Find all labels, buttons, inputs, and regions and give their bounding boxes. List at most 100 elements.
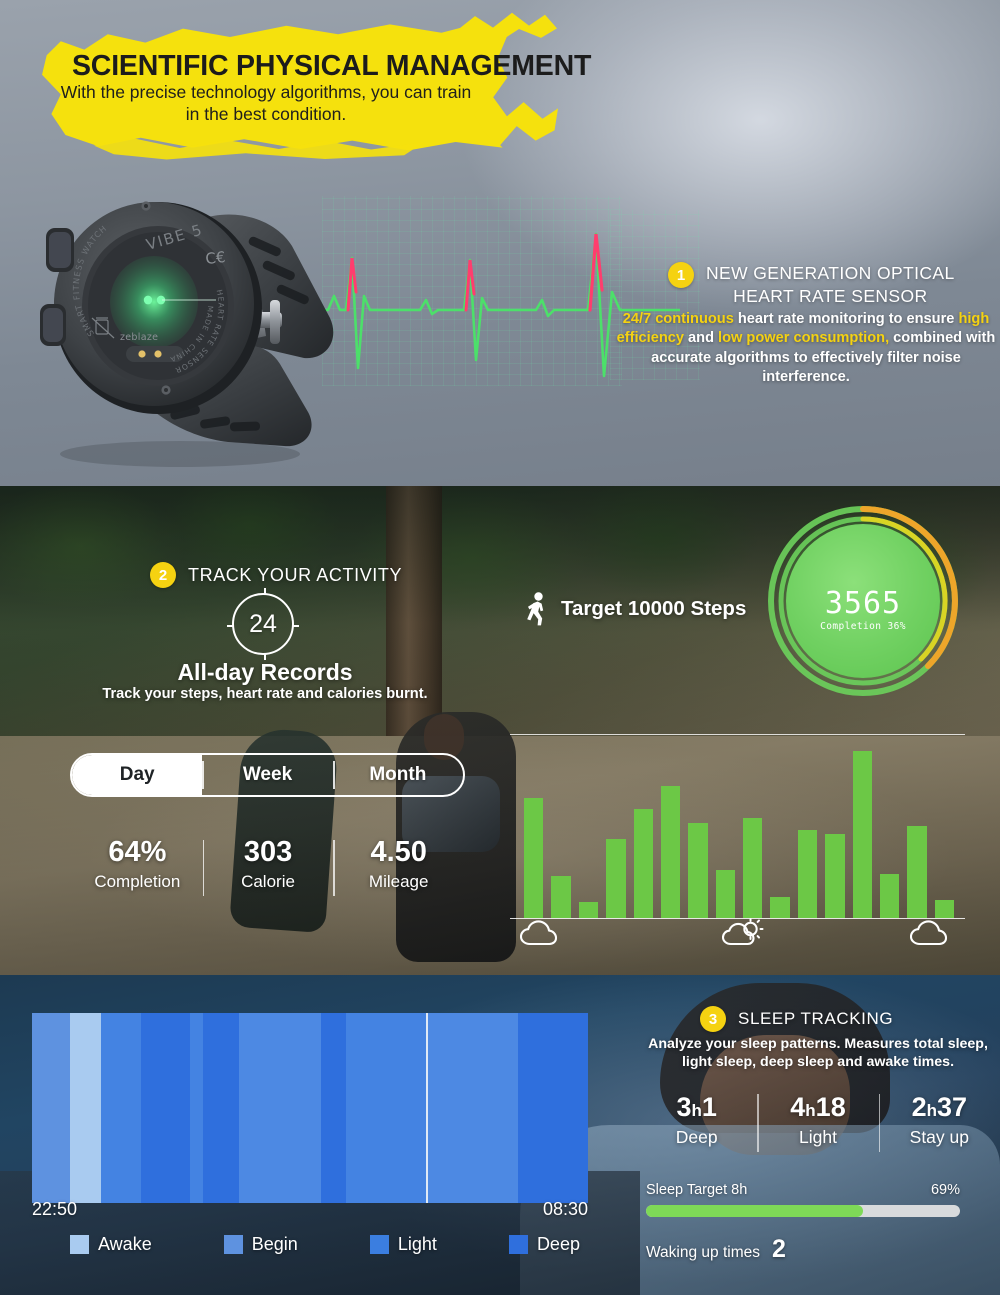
sleep-stage-chart [32, 1013, 588, 1203]
clock-value: 24 [249, 609, 277, 638]
deep-minutes: 1 [701, 1092, 717, 1122]
sleep-segment [321, 1013, 346, 1203]
sleep-time-range: 22:50 08:30 [32, 1199, 588, 1220]
feature-3-description: Analyze your sleep patterns. Measures to… [648, 1036, 988, 1071]
stat-mileage: 4.50 Mileage [333, 836, 464, 896]
feature-1-text-2: heart rate monitoring to ensure [733, 311, 959, 327]
bar [578, 902, 599, 918]
bar [606, 838, 626, 918]
waking-times-row: Waking up times 2 [646, 1235, 786, 1264]
feature-1-number-badge: 1 [668, 262, 694, 288]
bar [934, 900, 954, 918]
sleep-segment [32, 1013, 70, 1203]
ring-step-count: 3565 [824, 586, 902, 621]
period-tab-group[interactable]: Day Week Month [70, 753, 465, 797]
stayup-hours: 2 [911, 1092, 927, 1122]
chart-top-rule [510, 734, 965, 735]
cloud-icon [910, 920, 948, 946]
target-steps-label: Target 10000 Steps [561, 597, 747, 620]
stat-completion: 64% Completion [72, 836, 203, 892]
ring-completion-label: Completion 36% [820, 621, 906, 632]
legend-swatch-begin [223, 1235, 243, 1254]
sleep-stat-stayup: 2h37 Stay up [878, 1092, 1000, 1152]
sleep-target-label: Sleep Target 8h [646, 1182, 748, 1198]
sleep-segment [100, 1013, 141, 1203]
page-subtitle: With the precise technology algorithms, … [60, 82, 472, 124]
sleep-legend: Awake Begin Light Deep [70, 1234, 580, 1255]
sleep-stat-light-value: 4h18 [757, 1092, 878, 1123]
sleep-target-progress-fill [646, 1205, 863, 1217]
smartwatch-product-image: SMART FITNESS WATCH VIBE 5 C€ HEART RATE… [40, 201, 334, 467]
all-day-records-subtitle: Track your steps, heart rate and calorie… [102, 686, 428, 702]
sleep-stat-stayup-label: Stay up [909, 1127, 969, 1147]
sleep-stat-deep-value: 3h1 [636, 1092, 757, 1123]
bar [852, 750, 872, 918]
stayup-unit: h [926, 1101, 937, 1120]
sleep-target-row: Sleep Target 8h 69% [646, 1182, 960, 1198]
bar [660, 786, 681, 918]
feature-1-title: NEW GENERATION OPTICAL HEART RATE SENSOR [706, 262, 955, 308]
chart-bars [524, 742, 954, 918]
walking-person-icon [527, 592, 544, 626]
light-hours: 4 [790, 1092, 806, 1122]
light-unit: h [805, 1101, 816, 1120]
legend-label-deep: Deep [536, 1234, 580, 1254]
feature-3-title: SLEEP TRACKING [738, 1009, 894, 1028]
bar [907, 826, 927, 918]
sleep-target-progress-bar [646, 1205, 960, 1217]
tab-week[interactable]: Week [202, 755, 332, 795]
feature-3-header: 3 SLEEP TRACKING [700, 1006, 893, 1032]
weather-icon-row [510, 918, 965, 952]
tab-month[interactable]: Month [332, 755, 463, 795]
clock-tick-right [292, 625, 299, 628]
bar [797, 830, 818, 918]
sleep-segment [518, 1013, 588, 1203]
feature-1-highlight-1: 24/7 continuous [622, 311, 734, 327]
feature-3-number-badge: 3 [700, 1006, 726, 1032]
svg-text:C€: C€ [205, 248, 227, 268]
feature-1-highlight-3: low power consumption, [718, 330, 890, 347]
activity-stats: 64% Completion 303 Calorie 4.50 Mileage [72, 836, 464, 896]
sleep-start-time: 22:50 [32, 1199, 78, 1219]
clock-tick-top [264, 588, 267, 595]
24-hour-clock-icon: 24 [227, 588, 299, 660]
feature-1-header: 1 NEW GENERATION OPTICAL HEART RATE SENS… [668, 262, 955, 308]
deep-hours: 3 [676, 1092, 692, 1122]
light-minutes: 18 [815, 1092, 846, 1122]
legend-item-light: Light [369, 1234, 437, 1255]
legend-item-deep: Deep [508, 1234, 580, 1255]
cloud-icon [520, 920, 558, 946]
feature-2-title: TRACK YOUR ACTIVITY [188, 564, 403, 585]
feature-1-description: 24/7 continuous heart rate monitoring to… [612, 310, 1000, 388]
legend-item-begin: Begin [223, 1234, 298, 1255]
sleep-stat-light: 4h18 Light [757, 1092, 878, 1152]
sleep-segment [428, 1013, 519, 1203]
bar [688, 822, 708, 918]
bar [743, 817, 763, 918]
legend-label-light: Light [397, 1234, 437, 1254]
stat-completion-label: Completion [94, 872, 181, 891]
bar [879, 874, 900, 918]
deep-unit: h [691, 1101, 702, 1120]
stat-completion-value: 64% [108, 836, 167, 868]
sun-behind-cloud-icon [722, 918, 764, 946]
sleep-stat-light-label: Light [799, 1127, 837, 1147]
sleep-segment [140, 1013, 190, 1203]
feature-1-text-4: and [683, 330, 719, 347]
stayup-minutes: 37 [937, 1092, 968, 1122]
page-title: SCIENTIFIC PHYSICAL MANAGEMENT [72, 50, 592, 82]
activity-bar-chart [510, 734, 965, 919]
stat-mileage-label: Mileage [368, 872, 429, 891]
all-day-records-title: All-day Records [177, 659, 353, 685]
tab-day[interactable]: Day [72, 755, 203, 795]
sleep-end-time: 08:30 [542, 1199, 588, 1219]
bar [770, 896, 790, 918]
bar [825, 833, 845, 918]
legend-swatch-awake [70, 1235, 89, 1254]
sleep-target-percent: 69% [930, 1182, 960, 1198]
target-steps-row: Target 10000 Steps [524, 592, 746, 626]
stat-calorie-value: 303 [243, 836, 293, 868]
sleep-stat-deep-label: Deep [675, 1127, 718, 1147]
legend-swatch-deep [508, 1235, 528, 1254]
sleep-segment [238, 1013, 322, 1203]
